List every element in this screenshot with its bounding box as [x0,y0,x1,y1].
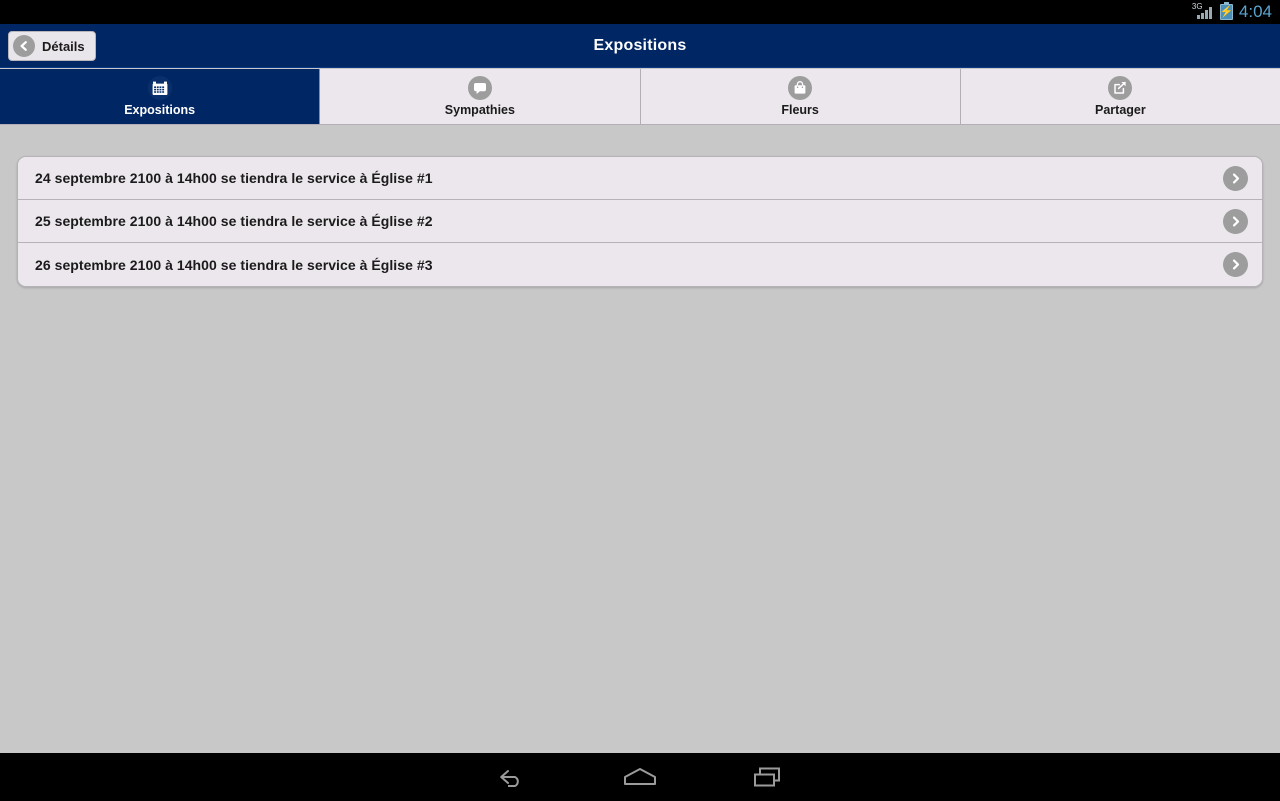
chevron-right-icon[interactable] [1223,165,1248,191]
shopping-bag-icon [788,76,813,100]
table-row[interactable]: 24 septembre 2100 à 14h00 se tiendra le … [18,157,1262,200]
battery-charging-icon: ⚡ [1220,2,1233,20]
signal-bars-icon: 3G [1192,3,1214,21]
status-bar-clock: 4:04 [1238,2,1272,21]
tab-label-sympathies: Sympathies [444,103,515,117]
calendar-icon [147,76,172,100]
nav-spacer-left [320,753,448,801]
table-row[interactable]: 26 septembre 2100 à 14h00 se tiendra le … [18,243,1262,286]
tab-bar: Expositions Sympathies Fleurs Partager [0,69,1280,125]
chevron-right-icon[interactable] [1223,252,1248,277]
page-title: Expositions [593,37,687,54]
speech-bubble-icon [467,76,492,100]
tab-label-partager: Partager [1095,103,1146,117]
chevron-right-icon[interactable] [1223,208,1248,234]
status-bar-right-cluster: 3G ⚡ 4:04 [1192,2,1272,22]
tab-partager[interactable]: Partager [961,69,1280,124]
android-navigation-bar [0,753,1280,801]
android-recents-icon[interactable] [704,753,832,801]
list-item-label: 25 septembre 2100 à 14h00 se tiendra le … [35,213,433,229]
nav-spacer-right [832,753,960,801]
list-item-label: 24 septembre 2100 à 14h00 se tiendra le … [35,170,433,186]
tab-expositions[interactable]: Expositions [0,69,321,124]
tab-fleurs[interactable]: Fleurs [641,69,961,124]
signal-strength-bars [1196,7,1212,19]
tab-label-fleurs: Fleurs [781,103,819,117]
tab-sympathies[interactable]: Sympathies [320,69,641,124]
list-item-label: 26 septembre 2100 à 14h00 se tiendra le … [35,256,433,273]
expositions-list: 24 septembre 2100 à 14h00 se tiendra le … [17,156,1263,287]
tab-label-expositions: Expositions [124,103,196,117]
status-bar: 3G ⚡ 4:04 [0,0,1280,24]
android-home-icon[interactable] [576,753,704,801]
share-icon [1108,76,1133,100]
table-row[interactable]: 25 septembre 2100 à 14h00 se tiendra le … [18,200,1262,243]
title-bar: Détails Expositions [0,24,1280,68]
android-back-icon[interactable] [448,753,576,801]
